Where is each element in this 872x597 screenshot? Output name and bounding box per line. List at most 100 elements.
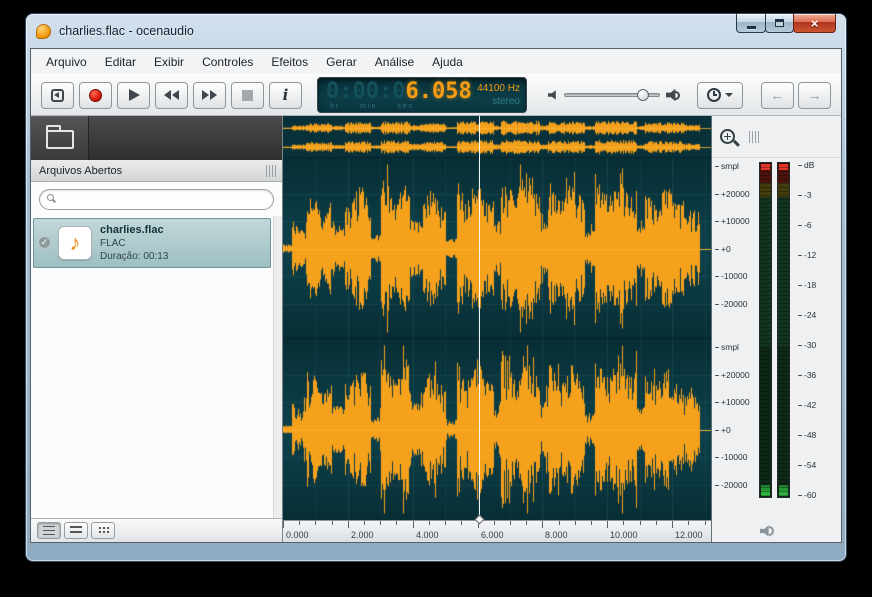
record-button[interactable]	[79, 82, 112, 109]
right-panel-bottom	[712, 520, 841, 542]
lcd-time: 6.058	[405, 79, 471, 104]
play-icon	[129, 89, 140, 101]
timeline-ruler[interactable]: 0.0002.0004.0006.0008.00010.00012.000	[283, 520, 711, 542]
timeline-tick	[542, 521, 543, 528]
record-icon	[89, 89, 102, 102]
channel-mode: stereo	[477, 95, 520, 108]
play-button[interactable]	[117, 82, 150, 109]
sample-rate: 44100 Hz	[477, 82, 520, 95]
maximize-button[interactable]	[765, 14, 794, 33]
close-button[interactable]: ×	[793, 14, 836, 33]
titlebar[interactable]: charlies.flac - ocenaudio ×	[26, 14, 846, 48]
timeline-label: 0.000	[286, 530, 309, 540]
timeline-tick	[640, 521, 641, 525]
db-scale-label: -3	[798, 190, 812, 200]
menu-editar[interactable]: Editar	[96, 52, 145, 72]
panel-title: Arquivos Abertos	[39, 165, 122, 177]
monitor-speaker-wave-icon	[769, 526, 774, 536]
lcd-digits: 0:00:06.058	[326, 79, 472, 104]
wave-scale-label: smpl	[715, 161, 739, 171]
menu-gerar[interactable]: Gerar	[317, 52, 366, 72]
timeline-tick	[656, 521, 657, 525]
go-to-start-button[interactable]	[41, 82, 74, 109]
timeline-tick	[575, 521, 576, 525]
open-files-tab[interactable]	[31, 116, 89, 160]
timeline-tick	[299, 521, 300, 525]
level-meter-right	[777, 162, 790, 498]
menubar: Arquivo Editar Exibir Controles Efeitos …	[31, 49, 841, 74]
window-title: charlies.flac - ocenaudio	[59, 24, 194, 38]
db-scale-label: -54	[798, 460, 816, 470]
timeline-tick	[510, 521, 511, 525]
search-row	[31, 182, 282, 216]
fast-forward-button[interactable]	[193, 82, 226, 109]
timeline-tick	[494, 521, 495, 525]
timeline-tick	[429, 521, 430, 525]
timeline-tick	[413, 521, 414, 528]
sidebar-tabstrip	[31, 116, 282, 160]
sidebar: Arquivos Abertos ✓ ♪ charlies.flac FLAC …	[31, 116, 283, 542]
menu-ajuda[interactable]: Ajuda	[423, 52, 472, 72]
search-input[interactable]	[39, 189, 274, 210]
volume-control	[548, 89, 680, 102]
check-icon: ✓	[38, 236, 51, 249]
level-indicator	[779, 485, 788, 496]
db-scale-label: -48	[798, 430, 816, 440]
time-format-button[interactable]	[697, 82, 743, 109]
music-note-icon: ♪	[70, 232, 81, 254]
forward-button[interactable]: →	[798, 82, 831, 109]
panel-drag-grip-icon[interactable]	[266, 165, 276, 177]
rewind-button[interactable]	[155, 82, 188, 109]
overview-strip[interactable]	[283, 116, 711, 158]
wave-scale-label: -10000	[715, 271, 747, 281]
timeline-tick	[332, 521, 333, 525]
folder-icon	[46, 130, 74, 149]
forward-arrow-icon: →	[807, 88, 822, 103]
timeline-tick	[348, 521, 349, 528]
close-icon: ×	[811, 15, 819, 32]
timeline-tick	[672, 521, 673, 528]
zoom-icon[interactable]	[720, 129, 735, 144]
view-detailed-list-button[interactable]	[37, 522, 61, 539]
back-arrow-icon: ←	[770, 88, 785, 103]
timeline-label: 6.000	[481, 530, 504, 540]
stop-icon	[242, 90, 253, 101]
file-item[interactable]: ✓ ♪ charlies.flac FLAC Duração: 00:13	[33, 218, 271, 268]
timeline-tick	[364, 521, 365, 525]
menu-analise[interactable]: Análise	[366, 52, 423, 72]
wave-scale-label: smpl	[715, 342, 739, 352]
view-compact-list-button[interactable]	[64, 522, 88, 539]
file-list[interactable]: ✓ ♪ charlies.flac FLAC Duração: 00:13	[31, 216, 282, 518]
wave-scale-label: +20000	[715, 189, 750, 199]
volume-slider[interactable]	[564, 93, 660, 97]
minimize-button[interactable]	[736, 14, 766, 33]
stop-button[interactable]	[231, 82, 264, 109]
detailed-list-icon	[43, 526, 55, 535]
view-grid-button[interactable]	[91, 522, 115, 539]
peak-indicator	[761, 164, 770, 170]
info-button[interactable]: i	[269, 82, 302, 109]
menu-efeitos[interactable]: Efeitos	[262, 52, 317, 72]
timeline-label: 10.000	[610, 530, 638, 540]
db-scale-label: -30	[798, 340, 816, 350]
db-scale-label: dB	[798, 160, 814, 170]
volume-knob[interactable]	[637, 89, 649, 101]
menu-exibir[interactable]: Exibir	[145, 52, 193, 72]
timeline-tick	[526, 521, 527, 525]
menu-arquivo[interactable]: Arquivo	[37, 52, 96, 72]
volume-low-icon[interactable]	[548, 90, 558, 100]
file-list-scrollbar[interactable]	[273, 216, 282, 518]
back-button[interactable]: ←	[761, 82, 794, 109]
compact-list-icon	[70, 526, 82, 535]
timeline-label: 8.000	[545, 530, 568, 540]
waveform-area: 0.0002.0004.0006.0008.00010.00012.000	[283, 116, 711, 542]
waveform-display[interactable]	[283, 158, 711, 520]
playhead-cursor	[479, 116, 480, 520]
meter-drag-grip-icon[interactable]	[749, 131, 759, 143]
menu-controles[interactable]: Controles	[193, 52, 262, 72]
timeline-tick	[607, 521, 608, 528]
maximize-icon	[775, 19, 784, 27]
db-scale-label: -6	[798, 220, 812, 230]
rewind-icon	[164, 90, 179, 100]
timeline-tick	[591, 521, 592, 525]
